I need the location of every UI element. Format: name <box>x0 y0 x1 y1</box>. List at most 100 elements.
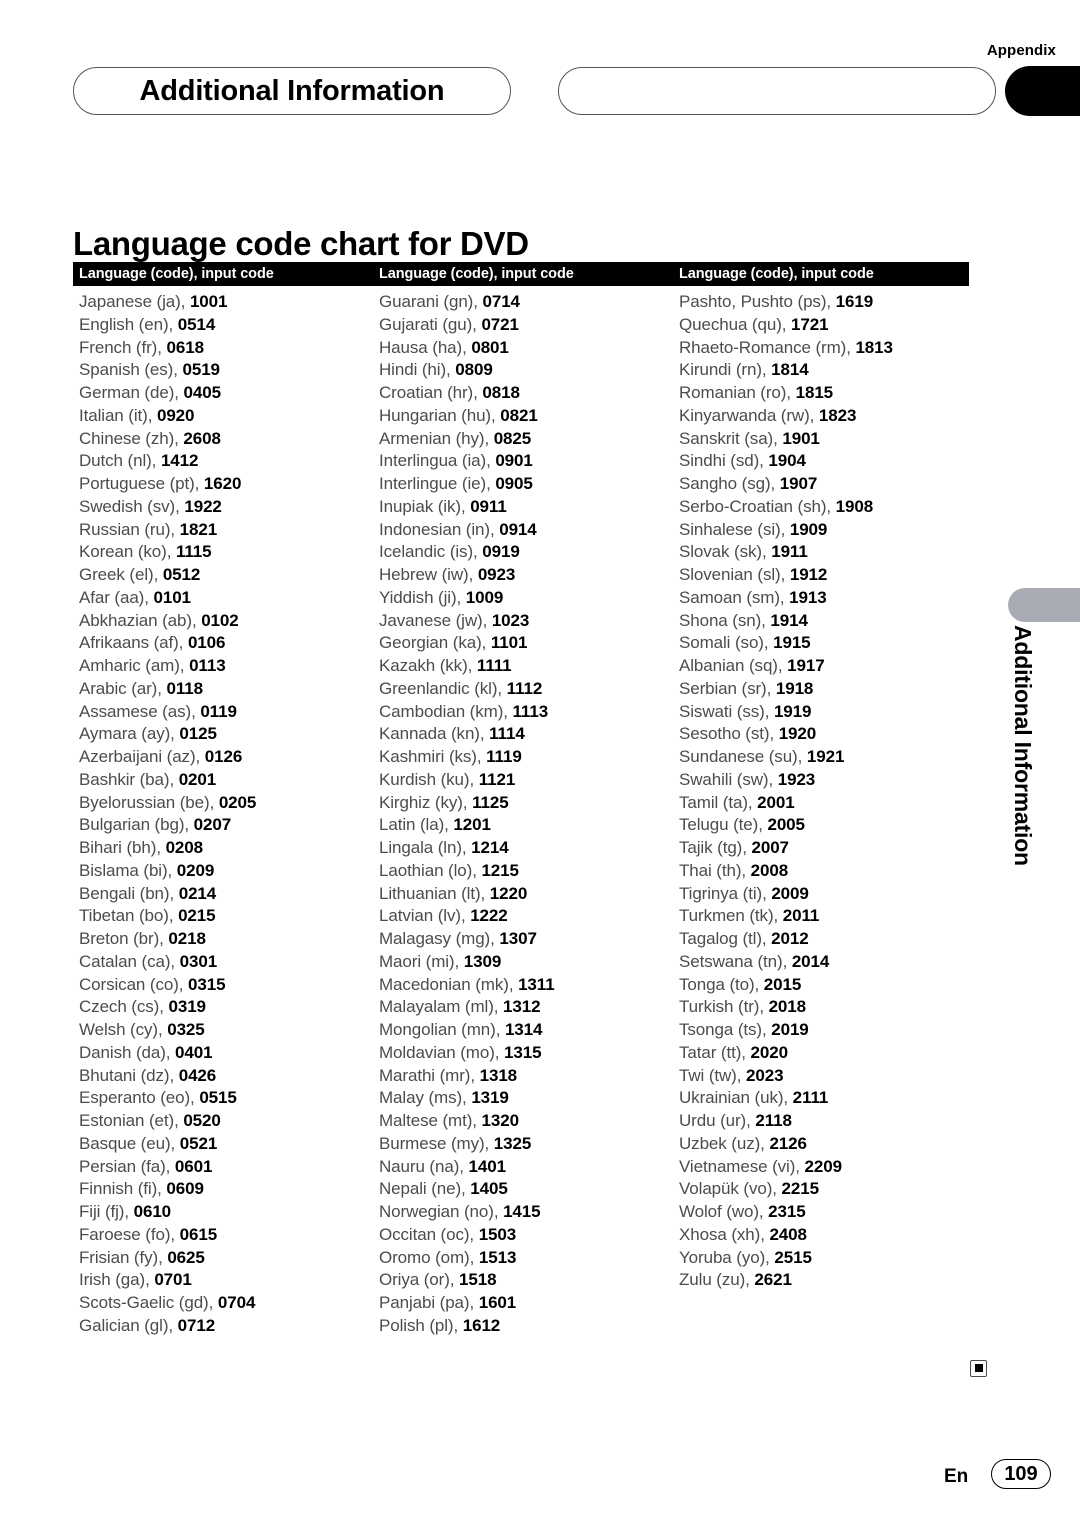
language-name: Sangho (sg), <box>679 474 780 493</box>
language-code: 1620 <box>203 474 242 493</box>
table-row: Polish (pl), 1612 <box>379 1315 673 1338</box>
language-name: Irish (ga), <box>79 1270 155 1290</box>
table-row: Scots-Gaelic (gd), 0704 <box>79 1292 373 1315</box>
language-code: 0201 <box>178 769 217 789</box>
language-code: 0610 <box>133 1202 172 1221</box>
language-name: Afar (aa), <box>79 587 154 607</box>
language-code: 0625 <box>167 1247 205 1267</box>
language-code: 0701 <box>154 1270 192 1290</box>
table-row: Maori (mi), 1309 <box>379 951 673 974</box>
language-name: Laothian (lo), <box>379 860 482 880</box>
language-code: 0515 <box>199 1088 237 1108</box>
language-code: 0919 <box>482 542 520 562</box>
language-code: 1314 <box>504 1020 543 1039</box>
language-name: Byelorussian (be), <box>79 792 219 812</box>
language-name: Turkish (tr), <box>679 997 769 1017</box>
language-name: Urdu (ur), <box>679 1111 756 1130</box>
language-name: Yiddish (ji), <box>379 587 466 607</box>
language-code: 2009 <box>771 883 809 903</box>
table-row: Kinyarwanda (rw), 1823 <box>679 405 969 428</box>
language-name: Persian (fa), <box>79 1156 175 1176</box>
language-name: Tsonga (ts), <box>679 1020 772 1039</box>
language-code: 1919 <box>773 701 812 721</box>
language-name: Pashto, Pushto (ps), <box>679 292 836 311</box>
table-row: Serbian (sr), 1918 <box>679 678 969 701</box>
table-row: Catalan (ca), 0301 <box>79 951 373 974</box>
language-code: 1220 <box>489 883 528 903</box>
language-name: Swahili (sw), <box>679 769 778 789</box>
language-name: Hebrew (iw), <box>379 565 478 584</box>
table-row: Oriya (or), 1518 <box>379 1269 673 1292</box>
header-blank-pill <box>558 67 996 115</box>
language-name: Javanese (jw), <box>379 610 492 630</box>
language-code: 1904 <box>768 451 806 471</box>
language-code: 0218 <box>168 929 206 948</box>
table-row: Azerbaijani (az), 0126 <box>79 746 373 769</box>
table-row: Samoan (sm), 1913 <box>679 587 969 610</box>
table-row: Tagalog (tl), 2012 <box>679 928 969 951</box>
language-code: 0905 <box>495 474 533 493</box>
language-code: 0319 <box>168 997 206 1017</box>
language-code: 1114 <box>489 724 525 744</box>
language-name: Latin (la), <box>379 815 454 835</box>
language-code: 1612 <box>462 1315 501 1335</box>
language-name: Bashkir (ba), <box>79 769 179 789</box>
language-code: 1914 <box>770 610 808 630</box>
table-row: Korean (ko), 1115 <box>79 541 373 564</box>
language-code: 2005 <box>767 815 805 835</box>
language-code: 0825 <box>493 428 532 448</box>
language-name: Maori (mi), <box>379 951 464 971</box>
table-row: Afar (aa), 0101 <box>79 587 373 610</box>
language-name: Danish (da), <box>79 1042 176 1062</box>
table-row: Interlingue (ie), 0905 <box>379 473 673 496</box>
table-column-1: Japanese (ja), 1001 English (en), 0514 Fre… <box>73 291 373 1338</box>
language-name: Latvian (lv), <box>379 906 471 926</box>
table-row: Turkish (tr), 2018 <box>679 996 969 1019</box>
language-code: 1911 <box>771 542 808 562</box>
table-row: Thai (th), 2008 <box>679 860 969 883</box>
language-name: Somali (so), <box>679 633 774 653</box>
language-name: Bihari (bh), <box>79 838 166 857</box>
language-name: Malay (ms), <box>379 1088 472 1108</box>
column-header-3: Language (code), input code <box>679 266 874 282</box>
language-name: Thai (th), <box>679 860 751 880</box>
language-code: 0615 <box>179 1224 218 1244</box>
language-code: 1318 <box>479 1065 518 1085</box>
language-name: Samoan (sm), <box>679 587 790 607</box>
language-name: French (fr), <box>79 337 167 357</box>
language-code: 1101 <box>490 633 528 653</box>
language-name: Kinyarwanda (rw), <box>679 405 819 425</box>
language-name: Tigrinya (ti), <box>679 883 772 903</box>
language-code: 2126 <box>769 1133 807 1153</box>
table-row: Croatian (hr), 0818 <box>379 382 673 405</box>
table-row: Turkmen (tk), 2011 <box>679 905 969 928</box>
language-name: Turkmen (tk), <box>679 906 783 926</box>
table-row: Frisian (fy), 0625 <box>79 1247 373 1270</box>
table-row: Slovenian (sl), 1912 <box>679 564 969 587</box>
table-row: Volapük (vo), 2215 <box>679 1178 969 1201</box>
language-name: Rhaeto-Romance (rm), <box>679 337 856 357</box>
language-name: Basque (eu), <box>79 1133 180 1153</box>
table-row: Telugu (te), 2005 <box>679 814 969 837</box>
table-row: Quechua (qu), 1721 <box>679 314 969 337</box>
table-row: Bulgarian (bg), 0207 <box>79 814 373 837</box>
language-code: 1113 <box>512 701 549 721</box>
language-code: 0426 <box>178 1065 217 1085</box>
language-code: 1721 <box>791 314 829 334</box>
language-code: 2020 <box>750 1042 789 1062</box>
table-row: Zulu (zu), 2621 <box>679 1269 969 1292</box>
table-row: Mongolian (mn), 1314 <box>379 1019 673 1042</box>
table-row: Setswana (tn), 2014 <box>679 951 969 974</box>
language-name: Slovak (sk), <box>679 542 772 562</box>
language-code: 0102 <box>201 610 239 630</box>
language-name: Tagalog (tl), <box>679 929 772 948</box>
language-code: 1312 <box>503 997 541 1017</box>
language-code: 1125 <box>472 792 509 812</box>
table-row: Faroese (fo), 0615 <box>79 1224 373 1247</box>
language-code: 0106 <box>187 633 226 653</box>
language-name: Malagasy (mg), <box>379 929 500 948</box>
language-code: 1320 <box>481 1111 520 1130</box>
language-code: 2111 <box>792 1088 829 1108</box>
language-code: 0519 <box>182 360 220 380</box>
language-code: 0521 <box>179 1133 218 1153</box>
